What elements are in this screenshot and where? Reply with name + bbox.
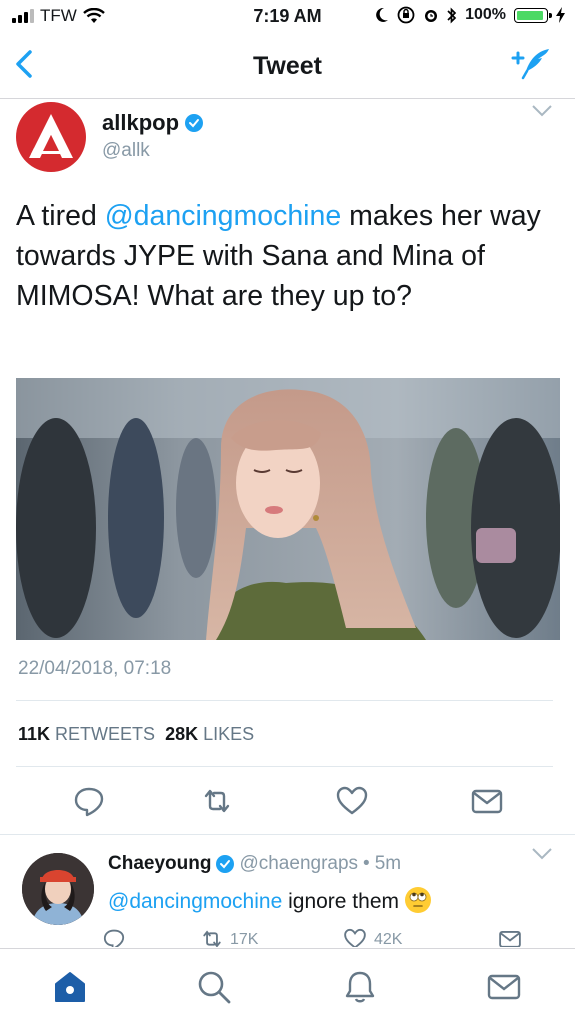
- avatar[interactable]: [22, 853, 94, 925]
- like-heart-icon[interactable]: [335, 784, 369, 818]
- retweets-stat[interactable]: 11K RETWEETS: [18, 724, 155, 745]
- reply-text: @dancingmochine ignore them: [108, 887, 431, 914]
- battery-percent: 100%: [465, 6, 506, 23]
- notifications-bell-icon[interactable]: [342, 969, 378, 1005]
- retweet-icon[interactable]: [200, 927, 224, 947]
- page-title: Tweet: [253, 52, 322, 80]
- reply-actions: 17K 42K: [0, 927, 575, 947]
- verified-badge-icon: [216, 855, 235, 873]
- home-icon[interactable]: [52, 969, 88, 1005]
- avatar[interactable]: [16, 102, 86, 172]
- direct-message-icon[interactable]: [470, 784, 504, 818]
- reply-retweet-count: 17K: [230, 931, 259, 947]
- author-name[interactable]: allkpop: [102, 110, 204, 136]
- allkpop-logo-icon: [29, 114, 73, 158]
- reply-tweet[interactable]: Chaeyoung @chaengraps • 5m @dancingmochi…: [0, 835, 575, 947]
- reply-mention-link[interactable]: @dancingmochine: [108, 890, 282, 913]
- like-heart-icon[interactable]: [343, 927, 367, 947]
- orientation-lock-icon: [397, 6, 415, 24]
- separator-dot: •: [363, 853, 370, 874]
- likes-stat[interactable]: 28K LIKES: [165, 724, 254, 745]
- tweet-actions: [0, 784, 575, 824]
- reply-like-count: 42K: [374, 931, 403, 947]
- retweet-icon[interactable]: [200, 784, 234, 818]
- reply-author-name[interactable]: Chaeyoung: [108, 853, 211, 875]
- moon-icon: [376, 7, 389, 22]
- chevron-down-icon[interactable]: [531, 104, 553, 118]
- avatar-illustration: [22, 853, 94, 925]
- reply-header: Chaeyoung @chaengraps • 5m: [108, 853, 401, 875]
- tweet-mention-link[interactable]: @dancingmochine: [105, 200, 342, 232]
- tab-bar: [0, 948, 575, 1025]
- messages-icon[interactable]: [486, 969, 522, 1005]
- reply-icon[interactable]: [102, 927, 126, 947]
- verified-badge-icon: [185, 114, 204, 132]
- tweet-stats: 11K RETWEETS 28K LIKES: [18, 724, 254, 745]
- retweet-count: 11K: [18, 724, 51, 744]
- tweet-text: A tired @dancingmochine makes her way to…: [16, 196, 564, 316]
- tweet-photo[interactable]: [16, 378, 560, 640]
- alarm-icon: [425, 10, 438, 22]
- like-label: LIKES: [203, 724, 255, 744]
- divider: [16, 766, 553, 767]
- reply-age: 5m: [374, 853, 402, 874]
- photo-illustration: [16, 378, 560, 640]
- tweet-text-start: A tired: [16, 200, 105, 232]
- reply-icon[interactable]: [72, 784, 106, 818]
- eye-roll-emoji-icon: [404, 887, 431, 913]
- divider: [16, 700, 553, 701]
- battery-icon: [514, 7, 552, 23]
- navigation-bar: Tweet: [0, 34, 575, 99]
- reply-body: ignore them: [282, 890, 399, 913]
- compose-tweet-icon[interactable]: [509, 46, 553, 82]
- direct-message-icon[interactable]: [497, 927, 523, 947]
- status-right: 100%: [375, 6, 565, 24]
- reply-author-handle[interactable]: @chaengraps: [239, 853, 358, 875]
- like-count: 28K: [165, 724, 199, 744]
- charging-icon: [556, 7, 565, 23]
- bluetooth-icon: [447, 6, 457, 24]
- tweet-timestamp: 22/04/2018, 07:18: [18, 658, 172, 679]
- author-handle[interactable]: @allk: [102, 140, 150, 162]
- retweet-label: RETWEETS: [55, 724, 156, 744]
- status-bar: TFW 7:19 AM 100%: [0, 0, 575, 34]
- chevron-down-icon[interactable]: [531, 847, 553, 861]
- author-name-text: allkpop: [102, 110, 180, 135]
- search-icon[interactable]: [196, 969, 232, 1005]
